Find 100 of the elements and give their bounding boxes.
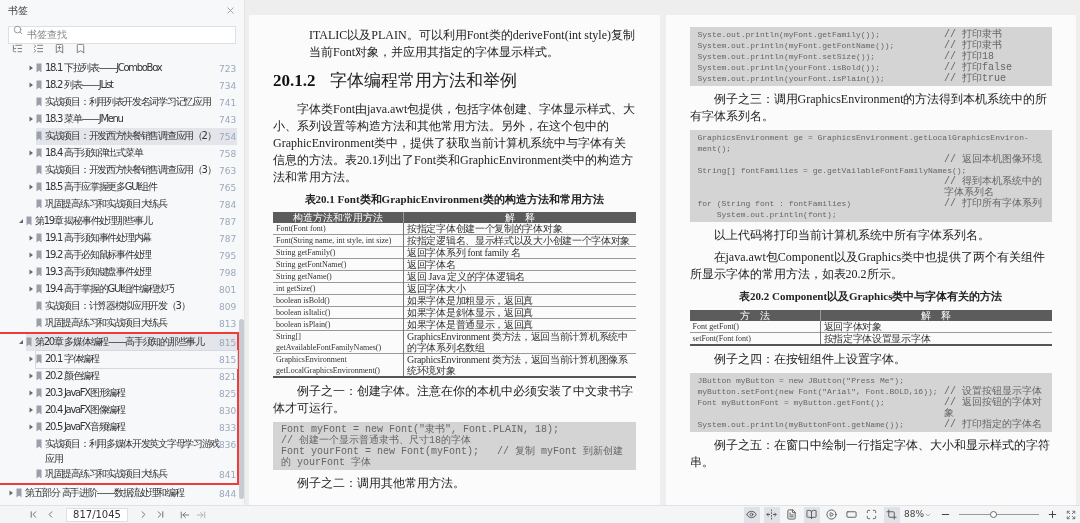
code-comment: // 打印指定的字体名 — [944, 418, 1043, 430]
expand-arrow-icon[interactable] — [28, 183, 34, 190]
bookmark-item[interactable]: 实战项目：利用多媒体开发英文字母学习游戏应用 836 — [36, 436, 237, 466]
expand-arrow-icon[interactable] — [28, 115, 34, 122]
code-line: Syste.out.println(myFont.getFamily()); — [697, 29, 881, 40]
expand-arrow-icon[interactable] — [28, 81, 34, 88]
paragraph: 例子之五：在窗口中绘制一行指定字体、大小和显示样式的字符串。 — [689, 436, 1051, 471]
paragraph: 例子之四：在按钮组件上设置字体。 — [712, 350, 907, 368]
zoom-slider-thumb[interactable] — [990, 511, 998, 518]
crop-button[interactable] — [884, 506, 900, 523]
expand-arrow-icon[interactable] — [8, 489, 14, 496]
code-line: System.out.println(yourFont.isBold()); — [697, 62, 881, 73]
expand-arrow-icon[interactable] — [28, 372, 34, 379]
fit-width-button[interactable] — [764, 506, 780, 523]
paragraph: 以上代码将打印当前计算机系统中所有字体系列名。 — [712, 227, 991, 244]
bookmark-item[interactable]: 20.5 JavaFX音频编程 833 — [36, 419, 237, 436]
bookmark-item[interactable]: 实战项目：开发西方快餐销售调查应用（3） 763 — [36, 162, 237, 179]
bookmark-item[interactable]: 18.5 高手应掌握更多GUI组件 765 — [36, 179, 237, 196]
expand-arrow-icon[interactable] — [28, 406, 34, 413]
expand-arrow-icon[interactable] — [28, 149, 34, 156]
table-cell: 按指定逻辑名、显示样式以及大小创建一个字体对象 — [403, 234, 636, 247]
table-cell: Font(Font font) — [273, 223, 404, 235]
code-line: String[] fontFamilies = ge.getVailableFontFamilyNames(); — [697, 165, 968, 176]
bookmark-item[interactable]: 实战项目：计算器模拟应用开发（3） 809 — [36, 298, 237, 315]
back-view-icon[interactable] — [180, 509, 190, 520]
bookmark-item[interactable]: 实战项目：开发西方快餐销售调查应用（2） 754 — [36, 128, 237, 145]
first-page-icon[interactable] — [28, 509, 39, 520]
bookmark-item[interactable]: 第五部分 高手进阶——数据流处理和编程 844 — [16, 485, 237, 502]
paragraph: ITALIC以及PLAIN。可以利用Font类的deriveFont(int style)复制当前Font对象，并应用其指定的字体显示样式。 — [308, 27, 636, 61]
code-line: myButton.setFont(new Font("Arial", Font.BOLD,16)); — [697, 385, 939, 397]
expand-all-icon[interactable] — [12, 43, 23, 54]
code-line: for (String font : fontFamilies) — [697, 198, 853, 209]
bookmark-item[interactable]: 巩固提高练习和实战项目大练兵 784 — [36, 196, 237, 213]
expand-arrow-icon[interactable] — [28, 285, 34, 292]
bookmark-item[interactable]: 19.2 高手必知鼠标事件处理 795 — [36, 247, 237, 264]
table-cell: setFont(Font font) — [689, 332, 820, 345]
bookmark-item[interactable]: 18.4 高手须知弹出式菜单 758 — [36, 145, 237, 162]
code-comment: // 打印true — [944, 73, 1007, 84]
search-field[interactable]: 书签查找 — [8, 25, 236, 44]
table-cell: String getFamily() — [273, 246, 404, 259]
zoom-in-icon[interactable] — [1047, 509, 1058, 520]
table-cell: Font getFont() — [689, 320, 820, 332]
bookmark-item[interactable]: 20.3 JavaFX图形编程 825 — [36, 385, 237, 402]
bookmark-item[interactable]: 19.4 高手掌握的GUI组件编程技巧 801 — [36, 281, 237, 298]
paragraph: 字体类Font由java.awt包提供，包括字体创建、字体显示样式、大小、系列设置等构造方法和其他常用方法。另外，在这个包中的GraphicEnvironment类中，提供了获取当前计算机系统中与字体有关信息的方法。表20.1列出了Font类和GraphicEnvironment类中的构造方法和常用方法。 — [273, 100, 636, 186]
table-cell: 返回字体对象 — [820, 320, 1052, 332]
code-comment: // 得到本机系统中的字体系列名 — [944, 176, 1043, 198]
bookmark-item[interactable]: 第19章 揭秘事件处理那些事儿 787 — [26, 213, 237, 230]
code-comment: // 设置按钮显示字体 — [944, 385, 1043, 397]
panel-title: 书签 — [8, 4, 28, 18]
bookmark-icon — [16, 488, 22, 498]
bookmark-item[interactable]: 20.2 颜色编程 821 — [36, 368, 237, 385]
eye-button[interactable] — [744, 506, 760, 523]
double-page-button[interactable] — [804, 506, 820, 523]
bookmark-item[interactable]: 18.2 列表——JList 734 — [36, 77, 237, 94]
expand-arrow-icon[interactable] — [28, 234, 34, 241]
collapse-arrow-icon[interactable] — [18, 217, 24, 224]
expand-arrow-icon[interactable] — [28, 268, 34, 275]
paragraph: 例子之二：调用其他常用方法。 — [296, 475, 466, 492]
bookmark-item[interactable]: 19.1 高手须知事件处理内幕 787 — [36, 230, 237, 247]
actual-size-icon — [846, 509, 858, 520]
table-cell: GraphicsEnvironment 类方法，返回当前计算机图像系统环境对象 — [403, 353, 636, 377]
last-page-icon[interactable] — [155, 509, 166, 520]
code-comment: // 打印18 — [944, 51, 994, 62]
scrollbar-thumb[interactable] — [239, 319, 244, 499]
collapse-all-icon[interactable] — [33, 43, 44, 54]
bookmark-icon — [36, 469, 42, 479]
bookmark-item[interactable]: 20.4 JavaFX图像编程 830 — [36, 402, 237, 419]
bookmark-item[interactable]: 18.1 下拉列表——JComboBox 723 — [36, 60, 237, 77]
play-button[interactable] — [824, 506, 840, 523]
paragraph: 例子之三：调用GraphicsEnvironment的方法得到本机系统中的所有字体系列名。 — [689, 91, 1049, 125]
table-cell: 按指定字体设置显示字体 — [820, 332, 1052, 345]
expand-arrow-icon[interactable] — [28, 64, 34, 71]
table-cell: GraphicsEnvironment 类方法，返回当前计算机系统中的字体系列名数组 — [403, 330, 636, 354]
bookmark-item[interactable]: 实战项目：利用列表开发名词学习记忆应用 741 — [36, 94, 237, 111]
table-cell: 如果字体是普通显示，返回真 — [403, 318, 636, 331]
bookmark-item[interactable]: 巩固提高练习和实战项目大练兵 841 — [36, 466, 237, 483]
bookmark-item[interactable]: 18.3 菜单——JMenu 743 — [36, 111, 237, 128]
code-line: // 创建一个显示普通隶书、尺寸18的字体 — [281, 435, 471, 446]
double-page-icon — [806, 509, 818, 520]
table-cell: String[] getAvailableFontFamilyNames() — [273, 330, 404, 354]
code-comment: // 打印所有字体系列 — [944, 198, 1043, 209]
table-cell: 返回字体名 — [403, 258, 636, 271]
table-cell: 如果字体是斜体显示，返回真 — [403, 306, 636, 319]
bookmark-icon[interactable] — [75, 43, 86, 54]
expand-arrow-icon[interactable] — [28, 355, 34, 362]
expand-arrow-icon[interactable] — [28, 389, 34, 396]
expand-arrow-icon[interactable] — [28, 251, 34, 258]
bookmark-item[interactable]: 20.1 字体编程 815 — [36, 351, 237, 368]
table-caption: 表20.2 Component以及Graphics类中与字体有关的方法 — [738, 289, 1004, 304]
collapse-arrow-icon[interactable] — [18, 338, 24, 345]
fullscreen-icon[interactable] — [1066, 509, 1076, 520]
expand-arrow-icon[interactable] — [28, 423, 34, 430]
zoom-dropdown[interactable]: 88% — [904, 507, 932, 522]
page-number-field[interactable]: 817/1045 — [66, 507, 128, 522]
table-cell: GraphicsEnvironment getLocalGraphicsEnvironment() — [273, 353, 404, 377]
bookmark-item[interactable]: 巩固提高练习和实战项目大练兵 813 — [36, 315, 237, 332]
bookmark-item[interactable]: 19.3 高手须知键盘事件处理 798 — [36, 264, 237, 281]
add-bookmark-icon[interactable] — [54, 43, 65, 54]
table-cell: boolean isItalic() — [273, 306, 404, 319]
